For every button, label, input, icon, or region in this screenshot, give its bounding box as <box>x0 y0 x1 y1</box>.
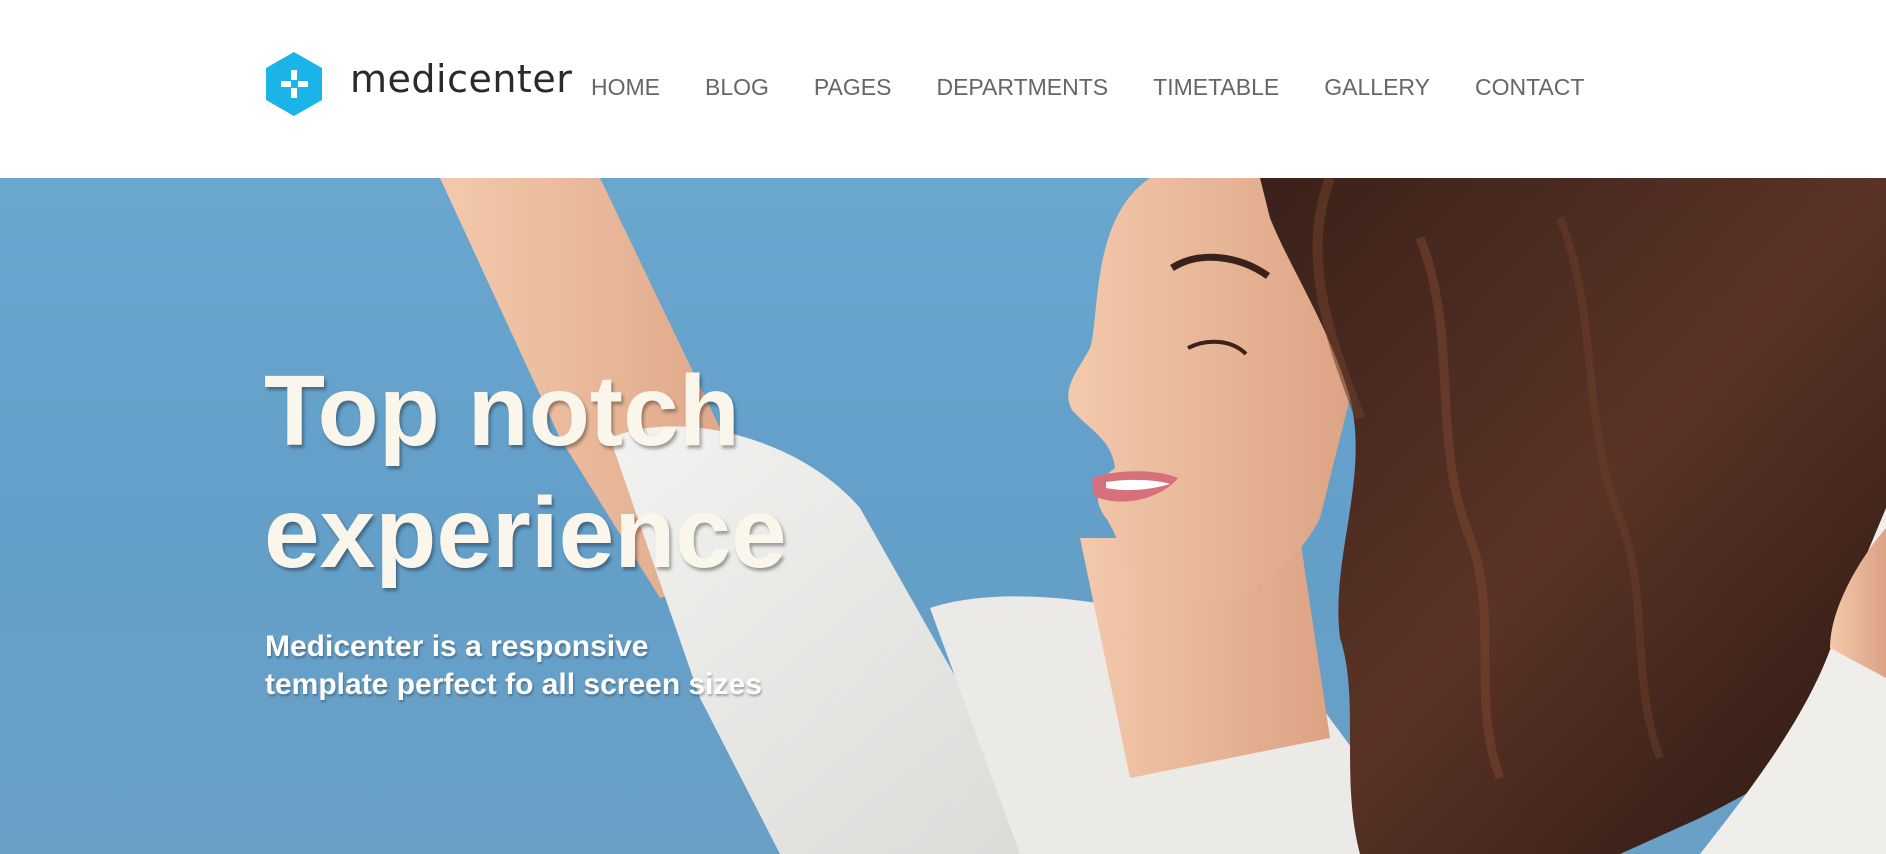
site-header: medicenter HOME BLOG PAGES DEPARTMENTS T… <box>0 0 1886 178</box>
nav-item-contact[interactable]: CONTACT <box>1475 74 1584 101</box>
nav-item-gallery[interactable]: GALLERY <box>1324 74 1430 101</box>
hero-title: Top notch experience <box>264 355 787 589</box>
site-logo[interactable]: medicenter <box>264 50 572 118</box>
brand-name: medicenter <box>350 57 573 101</box>
nav-item-timetable[interactable]: TIMETABLE <box>1153 74 1279 101</box>
main-nav: HOME BLOG PAGES DEPARTMENTS TIMETABLE GA… <box>591 74 1584 101</box>
nav-item-home[interactable]: HOME <box>591 74 660 101</box>
hero-banner: Top notch experience Medicenter is a res… <box>0 178 1886 854</box>
plus-hexagon-icon <box>266 52 322 116</box>
nav-item-blog[interactable]: BLOG <box>705 74 769 101</box>
nav-item-departments[interactable]: DEPARTMENTS <box>936 74 1108 101</box>
hero-subtitle: Medicenter is a responsive template perf… <box>265 630 762 701</box>
nav-item-pages[interactable]: PAGES <box>814 74 892 101</box>
